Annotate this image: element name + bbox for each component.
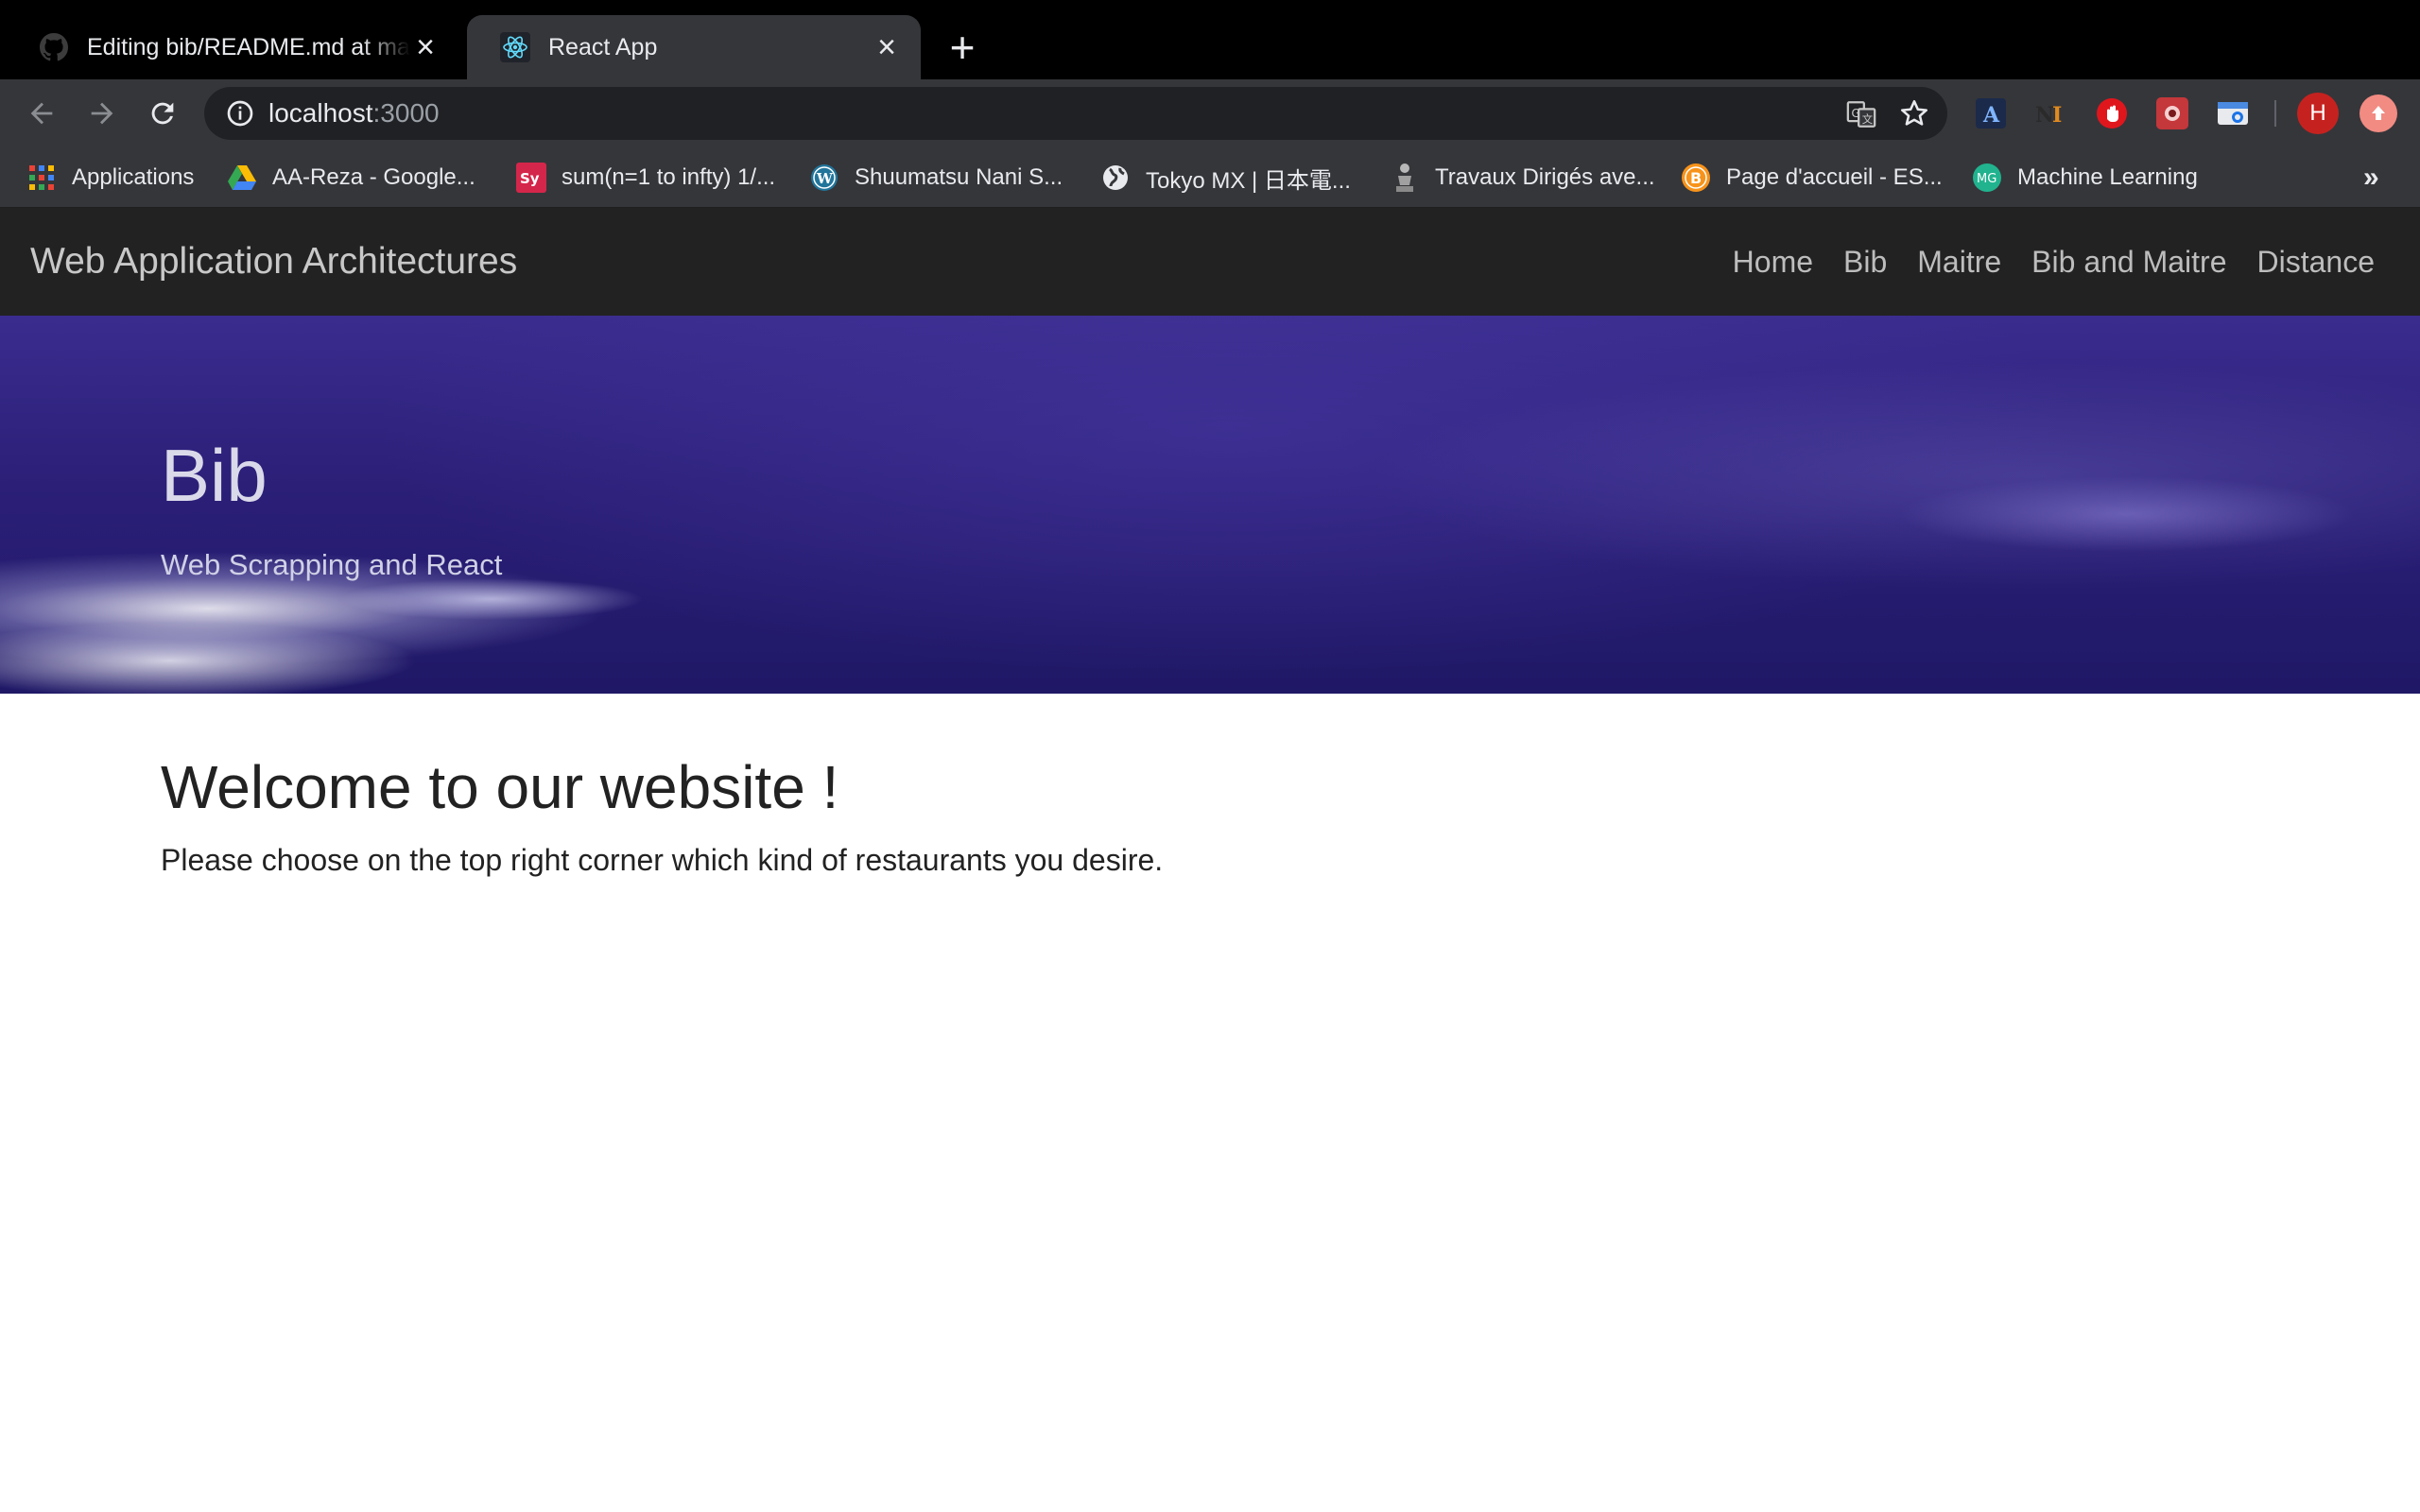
welcome-heading: Welcome to our website ! (161, 753, 839, 821)
bookmark-symbolab[interactable]: Sy sum(n=1 to infty) 1/... (516, 147, 775, 208)
close-tab-icon[interactable]: × (410, 29, 441, 65)
back-button[interactable] (19, 91, 64, 136)
tab-react-app[interactable]: React App × (467, 15, 921, 79)
svg-text:MG: MG (1977, 172, 1996, 186)
github-icon (38, 31, 70, 63)
bookmark-machine-learning[interactable]: MG Machine Learning (1972, 147, 2198, 208)
plus-icon: + (949, 23, 976, 72)
tab-title: React App (548, 33, 658, 60)
reload-button[interactable] (140, 91, 185, 136)
tab-strip: Editing bib/README.md at master × React … (0, 0, 2420, 79)
intro-text: Please choose on the top right corner wh… (161, 843, 1164, 877)
bookmark-travaux-diriges[interactable]: Travaux Dirigés ave... (1390, 147, 1655, 208)
translate-icon[interactable]: G文 (1845, 98, 1877, 130)
svg-text:文: 文 (1862, 112, 1873, 126)
tab-title: Editing bib/README.md at master (87, 33, 410, 60)
bookmark-label: AA-Reza - Google... (272, 164, 475, 190)
svg-text:A: A (1982, 103, 2000, 128)
google-drive-icon (227, 163, 257, 193)
nav-link-bib[interactable]: Bib (1843, 245, 1887, 280)
nav-link-bib-and-maitre[interactable]: Bib and Maitre (2031, 245, 2226, 280)
nav-link-distance[interactable]: Distance (2257, 245, 2376, 280)
browser-toolbar: localhost:3000 G文 A NI H (0, 79, 2420, 147)
close-tab-icon[interactable]: × (872, 29, 902, 65)
tab-github-readme[interactable]: Editing bib/README.md at master × (6, 15, 459, 79)
hero-title: Bib (161, 434, 268, 517)
site-navbar: Web Application Architectures Home Bib M… (0, 208, 2420, 316)
site-nav-links: Home Bib Maitre Bib and Maitre Distance (1703, 208, 2375, 316)
url-host: localhost (268, 98, 373, 128)
bookmark-applications[interactable]: Applications (26, 147, 194, 208)
address-bar[interactable]: localhost:3000 G文 (204, 87, 1947, 140)
apps-grid-icon (26, 163, 57, 193)
bitcoin-icon: B (1681, 163, 1711, 193)
bookmark-label: Travaux Dirigés ave... (1435, 164, 1655, 190)
arrow-right-icon (91, 102, 113, 125)
bookmark-label: sum(n=1 to infty) 1/... (562, 164, 776, 190)
hero-subtitle: Web Scrapping and React (161, 548, 503, 581)
extension-red-icon[interactable] (2155, 96, 2189, 130)
site-brand[interactable]: Web Application Architectures (30, 208, 517, 316)
react-icon (499, 31, 531, 63)
url-port: :3000 (372, 98, 440, 128)
extension-a-icon[interactable]: A (1974, 96, 2008, 130)
nav-link-home[interactable]: Home (1733, 245, 1813, 280)
bookmark-google-drive[interactable]: AA-Reza - Google... (227, 147, 475, 208)
update-icon[interactable] (2360, 94, 2397, 132)
bookmark-label: Machine Learning (2017, 164, 2198, 190)
symbolab-icon: Sy (516, 163, 546, 193)
bookmark-star-icon[interactable] (1898, 97, 1930, 129)
adblock-hand-icon[interactable] (2095, 96, 2129, 130)
extension-ni-icon[interactable]: NI (2034, 96, 2068, 130)
bookmark-tokyo-mx[interactable]: Tokyo MX | 日本電... (1100, 147, 1351, 208)
bookmark-label: Page d'accueil - ES... (1726, 164, 1943, 190)
bookmark-wordpress[interactable]: W Shuumatsu Nani S... (809, 147, 1063, 208)
nav-link-maitre[interactable]: Maitre (1917, 245, 2001, 280)
svg-text:Sy: Sy (520, 170, 540, 187)
bookmarks-bar: Applications AA-Reza - Google... Sy sum(… (0, 147, 2420, 208)
arrow-left-icon (30, 102, 53, 125)
profile-avatar[interactable]: H (2297, 93, 2339, 134)
bookmarks-overflow-button[interactable]: » (2363, 147, 2379, 208)
mg-icon: MG (1972, 163, 2002, 193)
svg-text:B: B (1690, 169, 1702, 187)
statue-icon (1390, 163, 1420, 193)
new-tab-button[interactable]: + (942, 26, 983, 69)
wordpress-icon: W (809, 163, 839, 193)
svg-text:W: W (816, 170, 834, 187)
bookmark-label: Tokyo MX | 日本電... (1146, 167, 1351, 194)
screenshot-camera-icon[interactable] (2216, 96, 2250, 130)
reload-icon (151, 102, 174, 125)
hero-banner: Bib Web Scrapping and React (0, 316, 2420, 694)
globe-icon (1100, 163, 1131, 193)
forward-button[interactable] (79, 91, 125, 136)
bookmark-page-accueil[interactable]: B Page d'accueil - ES... (1681, 147, 1943, 208)
toolbar-divider (2274, 100, 2276, 127)
bookmark-label: Shuumatsu Nani S... (855, 164, 1063, 190)
svg-text:I: I (2052, 103, 2062, 128)
bookmark-label: Applications (72, 164, 195, 190)
url-text[interactable]: localhost:3000 (268, 87, 440, 140)
info-icon[interactable] (225, 98, 255, 129)
